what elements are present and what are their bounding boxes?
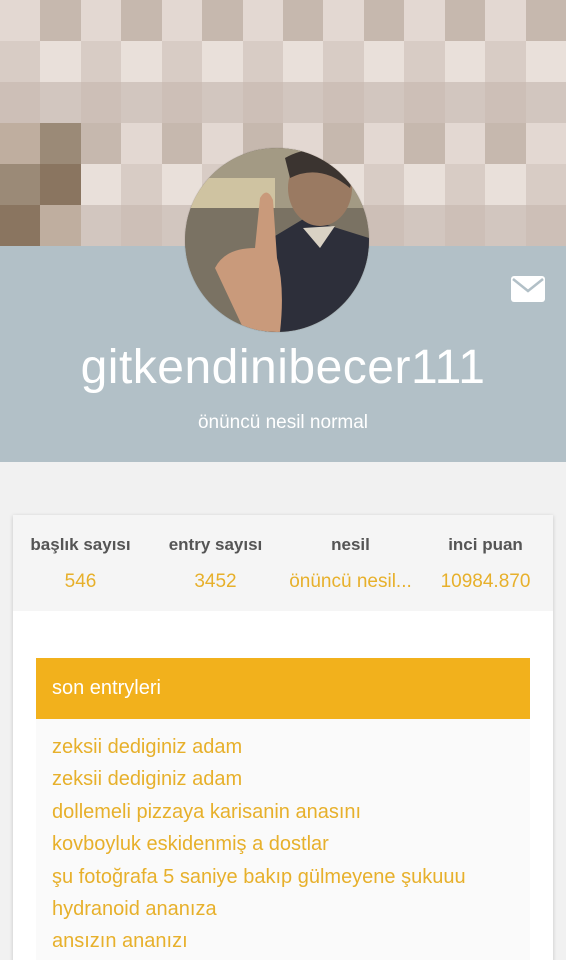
- cover-pixel: [363, 0, 405, 41]
- entry-link[interactable]: zeksii dediginiz adam: [52, 763, 514, 795]
- cover-pixel: [80, 82, 122, 123]
- cover-pixel: [282, 41, 324, 82]
- cover-pixel: [525, 164, 566, 205]
- cover-pixel: [323, 82, 364, 123]
- cover-pixel: [444, 123, 486, 164]
- cover-pixel: [282, 0, 324, 41]
- cover-pixel: [80, 164, 122, 205]
- cover-pixel: [202, 41, 243, 82]
- profile-card: başlık sayısı 546 entry sayısı 3452 nesi…: [13, 515, 553, 960]
- stat-value: önüncü nesil...: [289, 571, 412, 592]
- cover-pixel: [444, 205, 486, 246]
- entry-link[interactable]: ansızın ananızı: [52, 925, 514, 957]
- cover-pixel: [485, 0, 526, 41]
- recent-entries-header: son entryleri: [36, 658, 530, 719]
- cover-pixel: [161, 82, 203, 123]
- cover-pixel: [525, 123, 566, 164]
- stat-label: nesil: [331, 535, 370, 554]
- entry-link[interactable]: zeksii dediginiz adam: [52, 731, 514, 763]
- cover-pixel: [121, 0, 162, 41]
- cover-pixel: [363, 205, 405, 246]
- cover-pixel: [282, 82, 324, 123]
- stat-label: başlık sayısı: [30, 535, 131, 554]
- stat-topic-count[interactable]: başlık sayısı 546: [13, 515, 148, 611]
- recent-entries-list: zeksii dediginiz adam zeksii dediginiz a…: [36, 719, 530, 960]
- cover-pixel: [0, 0, 41, 41]
- cover-pixel: [121, 164, 162, 205]
- cover-pixel: [80, 41, 122, 82]
- stat-entry-count[interactable]: entry sayısı 3452: [148, 515, 283, 611]
- stat-label: inci puan: [448, 535, 523, 554]
- cover-pixel: [323, 0, 364, 41]
- cover-pixel: [121, 205, 162, 246]
- cover-pixel: [525, 41, 566, 82]
- avatar[interactable]: [185, 148, 369, 332]
- cover-pixel: [121, 123, 162, 164]
- stats-bar: başlık sayısı 546 entry sayısı 3452 nesi…: [13, 515, 553, 611]
- cover-pixel: [40, 41, 81, 82]
- cover-pixel: [404, 205, 445, 246]
- cover-pixel: [242, 0, 283, 41]
- cover-pixel: [485, 205, 526, 246]
- entry-link[interactable]: dollemeli pizzaya karisanin anasını: [52, 796, 514, 828]
- cover-pixel: [0, 164, 41, 205]
- profile-page: gitkendinibecer111 önüncü nesil normal b…: [0, 0, 566, 960]
- cover-pixel: [40, 164, 81, 205]
- user-title: önüncü nesil normal: [197, 412, 369, 433]
- cover-pixel: [363, 164, 405, 205]
- cover-pixel: [525, 205, 566, 246]
- stat-inci-points[interactable]: inci puan 10984.870: [418, 515, 553, 611]
- cover-pixel: [242, 41, 283, 82]
- cover-pixel: [161, 123, 203, 164]
- cover-pixel: [80, 0, 122, 41]
- cover-pixel: [161, 0, 203, 41]
- cover-pixel: [485, 41, 526, 82]
- entry-link[interactable]: hydranoid ananıza: [52, 893, 514, 925]
- cover-pixel: [0, 205, 41, 246]
- cover-pixel: [0, 123, 41, 164]
- mail-icon[interactable]: [511, 276, 545, 302]
- cover-pixel: [404, 164, 445, 205]
- cover-pixel: [0, 41, 41, 82]
- cover-pixel: [80, 205, 122, 246]
- cover-pixel: [40, 205, 81, 246]
- stat-value: 3452: [194, 571, 237, 592]
- cover-pixel: [121, 82, 162, 123]
- cover-pixel: [485, 164, 526, 205]
- cover-pixel: [242, 82, 283, 123]
- cover-pixel: [363, 41, 405, 82]
- cover-pixel: [485, 123, 526, 164]
- cover-pixel: [202, 82, 243, 123]
- cover-pixel: [323, 123, 364, 164]
- cover-pixel: [202, 0, 243, 41]
- cover-pixel: [40, 123, 81, 164]
- cover-pixel: [363, 82, 405, 123]
- entry-link[interactable]: kovboyluk eskidenmiş a dostlar: [52, 828, 514, 860]
- cover-pixel: [40, 82, 81, 123]
- stat-value: 546: [64, 571, 97, 592]
- cover-pixel: [161, 41, 203, 82]
- cover-pixel: [485, 82, 526, 123]
- cover-pixel: [444, 164, 486, 205]
- stat-generation[interactable]: nesil önüncü nesil...: [283, 515, 418, 611]
- cover-pixel: [323, 41, 364, 82]
- cover-pixel: [80, 123, 122, 164]
- cover-pixel: [363, 123, 405, 164]
- cover-pixel: [525, 82, 566, 123]
- cover-pixel: [404, 123, 445, 164]
- cover-pixel: [404, 82, 445, 123]
- cover-pixel: [525, 0, 566, 41]
- cover-pixel: [121, 41, 162, 82]
- cover-pixel: [444, 0, 486, 41]
- cover-pixel: [444, 82, 486, 123]
- entry-link[interactable]: şu fotoğrafa 5 saniye bakıp gülmeyene şu…: [52, 861, 514, 893]
- cover-pixel: [404, 0, 445, 41]
- cover-pixel: [0, 82, 41, 123]
- cover-pixel: [40, 0, 81, 41]
- cover-pixel: [404, 41, 445, 82]
- cover-pixel: [444, 41, 486, 82]
- stat-label: entry sayısı: [168, 535, 263, 554]
- stat-value: 10984.870: [440, 571, 531, 592]
- username: gitkendinibecer111: [80, 341, 486, 394]
